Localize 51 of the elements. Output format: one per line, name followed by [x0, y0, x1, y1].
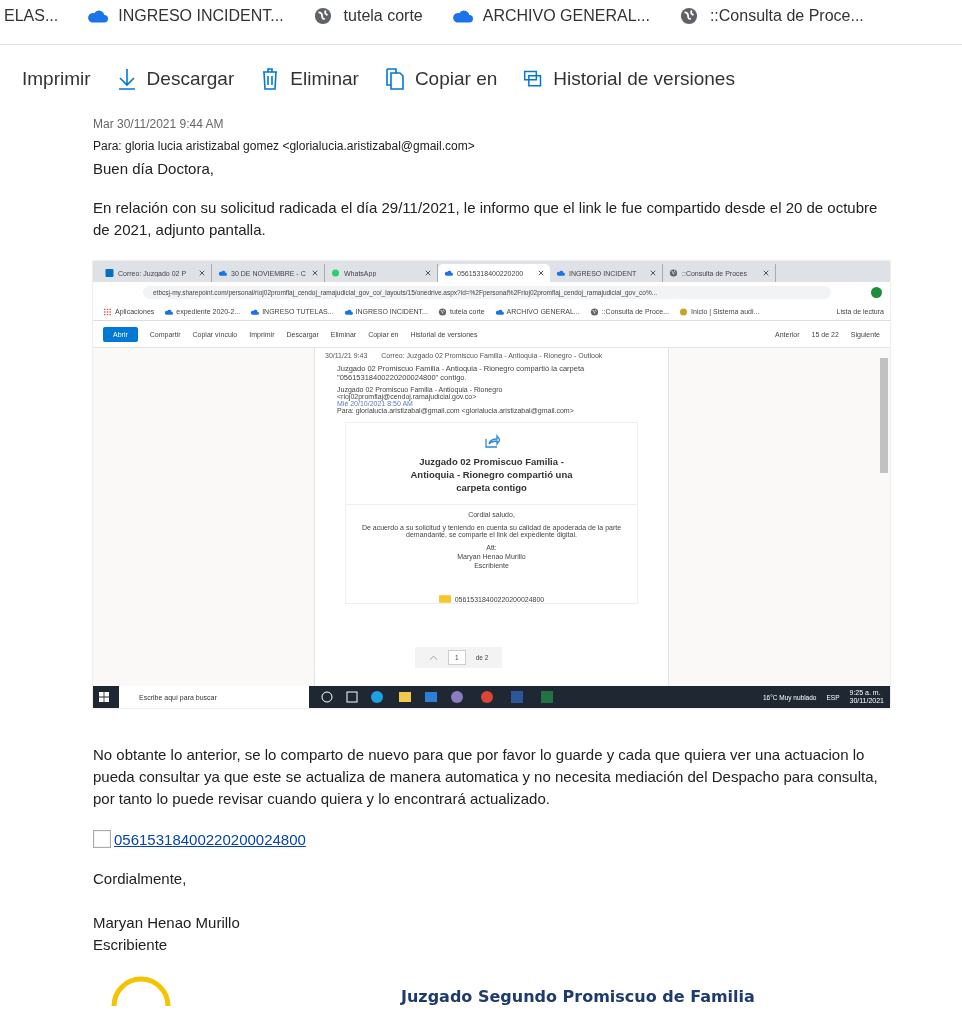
seal-logo-icon [111, 976, 171, 1006]
body-paragraph: No obtante lo anterior, se lo comparto de nuevo para que por favor lo guarde y cada que quiera ver una actuacion lo pueda consultar ya que este se actualiza de manera automatica y no necesita mediación del Despacho para consulta, por tanto lo puede revisar cuando quiera y lo encontrará actualizado. [93, 745, 879, 809]
bookmark-link[interactable]: ELAS... [4, 7, 59, 25]
signer-name: Maryan Henao Murillo [93, 913, 241, 933]
cloud-icon [164, 307, 174, 316]
recipient-address: gloria lucia aristizabal gomez <glorialucia.aristizabal@gmail.com> [125, 139, 475, 153]
avatar-icon [871, 287, 882, 298]
folder-link[interactable]: 05615318400220200024800 [114, 830, 306, 848]
cloud-icon [444, 269, 453, 277]
close-icon[interactable] [199, 270, 205, 276]
broken-image-icon [93, 830, 111, 848]
cloud-icon [556, 269, 565, 277]
bookmark-link[interactable]: ARCHIVO GENERAL... [482, 7, 650, 25]
close-icon[interactable] [312, 270, 318, 276]
close-icon[interactable] [650, 270, 656, 276]
bookmark-link[interactable]: ::Consulta de Proce... [709, 7, 864, 25]
signer-role: Escribiente [93, 935, 169, 955]
share-icon [483, 433, 500, 449]
closing-text: Cordialmente, [93, 869, 188, 889]
toolbar-button[interactable]: Descargar [116, 67, 235, 91]
card-heading: Juzgado 02 Promiscuo Familia - Antioquia - Rionegro compartió una carpeta contigo [409, 455, 574, 494]
to-label: Para: [93, 139, 122, 153]
toolbar-button[interactable]: Imprimir [22, 68, 91, 90]
copy-icon [384, 67, 405, 91]
toolbar-button[interactable]: Historial de versiones [523, 67, 735, 91]
cloud-icon [218, 269, 227, 277]
bookmark-link[interactable]: tutela corte [343, 7, 423, 25]
windows-start-icon[interactable] [99, 692, 109, 702]
chat-icon [331, 269, 340, 277]
sent-date: Mar 30/11/2021 9:44 AM [93, 116, 225, 131]
seal-icon [679, 307, 689, 316]
close-icon[interactable] [538, 270, 544, 276]
download-icon [116, 67, 137, 91]
close-icon[interactable] [763, 270, 769, 276]
scrollbar[interactable] [880, 358, 888, 473]
toolbar-button[interactable]: Copiar en [384, 67, 498, 91]
greeting-text: Buen día Doctora, [93, 160, 215, 177]
globe-icon [669, 269, 678, 277]
bookmark-link[interactable]: INGRESO INCIDENT... [118, 7, 284, 25]
toolbar-button[interactable]: Eliminar [260, 67, 359, 91]
cloud-icon [343, 307, 353, 316]
folder-icon [438, 595, 451, 603]
cloud-icon [494, 307, 504, 316]
apps-grid-icon [103, 307, 112, 316]
court-name: Juzgado Segundo Promiscuo de Familia [401, 987, 755, 1006]
globe-icon [589, 307, 599, 316]
close-icon[interactable] [425, 270, 431, 276]
globe-icon [437, 307, 447, 316]
body-paragraph: En relación con su solicitud radicada el día 29/11/2021, le informo que el link le fue compartido desde el 20 de octubre de 2021, adjunto pantalla. [93, 198, 879, 240]
cloud-icon [250, 307, 260, 316]
mail-icon [105, 269, 114, 277]
